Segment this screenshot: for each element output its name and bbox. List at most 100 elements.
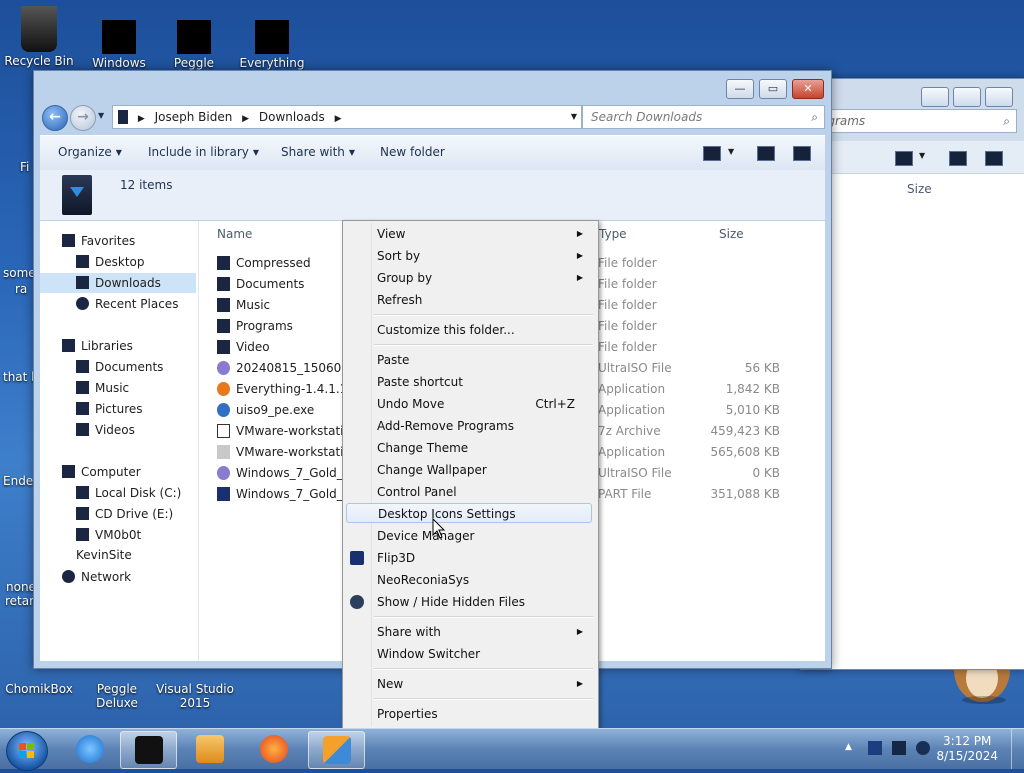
maximize-button[interactable]	[953, 87, 981, 107]
file-name: Windows_7_Gold_Ed	[236, 466, 358, 480]
desktop-icon-recycle-bin[interactable]: Recycle Bin	[0, 6, 78, 68]
background-explorer-window[interactable]: ograms ⌕ ▼ Size	[800, 78, 1024, 670]
preview-pane-icon[interactable]	[949, 151, 967, 166]
menu-item-group-by[interactable]: Group by ▶	[377, 268, 593, 288]
column-header-size[interactable]: Size	[719, 227, 744, 241]
address-dropdown-icon[interactable]: ▼	[571, 106, 577, 128]
search-input[interactable]: Search Downloads ⌕	[582, 105, 825, 129]
organize-button[interactable]: Organize ▼	[58, 145, 122, 159]
system-clock[interactable]: 3:12 PM 8/15/2024	[936, 734, 998, 764]
taskbar-internet-explorer[interactable]	[62, 731, 117, 767]
breadcrumb-separator-icon[interactable]: ▶	[335, 114, 342, 124]
close-button[interactable]: ✕	[792, 79, 824, 99]
nav-computer[interactable]: Computer	[62, 462, 141, 482]
menu-item-share-with[interactable]: Share with ▶	[377, 622, 593, 642]
search-input[interactable]: ograms ⌕	[819, 109, 1017, 133]
menu-item-window-switcher[interactable]: Window Switcher	[377, 644, 593, 664]
nav-cd-drive[interactable]: CD Drive (E:)	[76, 504, 173, 524]
nav-desktop[interactable]: Desktop	[76, 252, 145, 272]
include-in-library-button[interactable]: Include in library ▼	[148, 145, 259, 159]
menu-item-control-panel[interactable]: Control Panel	[377, 482, 593, 502]
nav-downloads[interactable]: Downloads	[40, 273, 196, 293]
table-row[interactable]: Windows_7_Gold_Ed	[217, 463, 358, 484]
taskbar-explorer[interactable]	[120, 731, 177, 769]
menu-item-properties[interactable]: Properties	[377, 704, 593, 724]
table-row[interactable]: Programs	[217, 316, 293, 337]
breadcrumb-downloads[interactable]: Downloads	[259, 110, 325, 124]
breadcrumb-joseph-biden[interactable]: Joseph Biden	[155, 110, 233, 124]
table-row[interactable]: Windows_7_Gold_Ed	[217, 484, 358, 505]
taskbar-vmware[interactable]	[308, 731, 365, 769]
share-with-button[interactable]: Share with ▼	[281, 145, 355, 159]
table-row[interactable]: VMware-workstatio	[217, 421, 351, 442]
menu-item-paste-shortcut[interactable]: Paste shortcut	[377, 372, 593, 392]
nav-music[interactable]: Music	[76, 378, 129, 398]
nav-documents[interactable]: Documents	[76, 357, 163, 377]
nav-network[interactable]: Network	[62, 567, 131, 587]
show-hidden-icons-icon[interactable]: ▲	[845, 742, 852, 752]
menu-item-neoreconiasys[interactable]: NeoReconiaSys	[377, 570, 593, 590]
undo-shortcut-text: Ctrl+Z	[535, 397, 575, 411]
table-row[interactable]: Music	[217, 295, 270, 316]
nav-libraries[interactable]: Libraries	[62, 336, 133, 356]
menu-item-device-manager[interactable]: Device Manager	[377, 526, 593, 546]
show-desktop-button[interactable]	[1011, 729, 1024, 769]
menu-item-sort-by[interactable]: Sort by ▶	[377, 246, 593, 266]
table-row[interactable]: Documents	[217, 274, 304, 295]
menu-item-flip3d[interactable]: Flip3D	[377, 548, 593, 568]
desktop-icon-everything[interactable]: Everything	[233, 20, 311, 70]
breadcrumb-separator-icon[interactable]: ▶	[138, 114, 145, 124]
table-row[interactable]: Video	[217, 337, 270, 358]
close-button[interactable]	[985, 87, 1013, 107]
desktop-icon-visual-studio[interactable]: Visual Studio 2015	[156, 682, 234, 710]
chevron-down-icon[interactable]: ▼	[919, 151, 925, 160]
table-row[interactable]: VMware-workstatio	[217, 442, 351, 463]
menu-item-change-theme[interactable]: Change Theme	[377, 438, 593, 458]
minimize-button[interactable]	[921, 87, 949, 107]
table-row[interactable]: Compressed	[217, 253, 311, 274]
display-tray-icon[interactable]	[892, 741, 906, 755]
menu-item-add-remove-programs[interactable]: Add-Remove Programs	[377, 416, 593, 436]
breadcrumb-separator-icon[interactable]: ▶	[242, 114, 249, 124]
column-header-type[interactable]: Type	[599, 227, 627, 241]
new-folder-button[interactable]: New folder	[380, 145, 445, 159]
nav-vm-share[interactable]: VM0b0t KevinSite	[76, 525, 198, 562]
taskbar-media-player[interactable]	[182, 731, 237, 767]
nav-pictures[interactable]: Pictures	[76, 399, 143, 419]
menu-item-customize-folder[interactable]: Customize this folder...	[377, 320, 593, 340]
network-tray-icon[interactable]	[868, 741, 882, 755]
maximize-button[interactable]: ▭	[759, 79, 787, 99]
menu-item-desktop-icons-settings[interactable]: Desktop Icons Settings	[346, 503, 592, 523]
menu-item-show-hide-hidden-files[interactable]: Show / Hide Hidden Files	[377, 592, 593, 612]
change-view-icon[interactable]	[703, 146, 721, 161]
minimize-button[interactable]: —	[726, 79, 754, 99]
preview-pane-icon[interactable]	[757, 146, 775, 161]
desktop-icon-peggle-deluxe[interactable]: Peggle Deluxe	[78, 682, 156, 710]
menu-item-change-wallpaper[interactable]: Change Wallpaper	[377, 460, 593, 480]
column-header-name[interactable]: Name	[217, 227, 252, 241]
help-icon[interactable]	[985, 151, 1003, 166]
taskbar-firefox[interactable]	[246, 731, 301, 767]
recent-pages-chevron-icon[interactable]: ▼	[98, 111, 104, 120]
menu-item-refresh[interactable]: Refresh	[377, 290, 593, 310]
start-button[interactable]	[6, 731, 48, 771]
menu-item-view[interactable]: View ▶	[377, 224, 593, 244]
nav-recent-places[interactable]: Recent Places	[76, 294, 178, 314]
help-icon[interactable]	[793, 146, 811, 161]
menu-item-paste[interactable]: Paste	[377, 350, 593, 370]
back-button[interactable]: ←	[42, 105, 68, 131]
nav-favorites[interactable]: Favorites	[62, 231, 135, 251]
nav-local-disk[interactable]: Local Disk (C:)	[76, 483, 181, 503]
table-row[interactable]: uiso9_pe.exe	[217, 400, 314, 421]
table-row[interactable]: Everything-1.4.1.102	[217, 379, 363, 400]
forward-button[interactable]: →	[70, 105, 96, 131]
view-icon[interactable]	[895, 151, 913, 166]
volume-tray-icon[interactable]	[916, 741, 930, 755]
menu-item-new[interactable]: New ▶	[377, 674, 593, 694]
chevron-down-icon[interactable]: ▼	[728, 147, 734, 156]
desktop-icon-chomikbox[interactable]: ChomikBox	[0, 682, 78, 696]
address-input[interactable]: ▶ Joseph Biden ▶ Downloads ▶ ▼	[112, 105, 582, 129]
menu-item-undo-move[interactable]: Undo Move Ctrl+Z	[377, 394, 593, 414]
column-header-size[interactable]: Size	[907, 182, 932, 196]
nav-videos[interactable]: Videos	[76, 420, 135, 440]
